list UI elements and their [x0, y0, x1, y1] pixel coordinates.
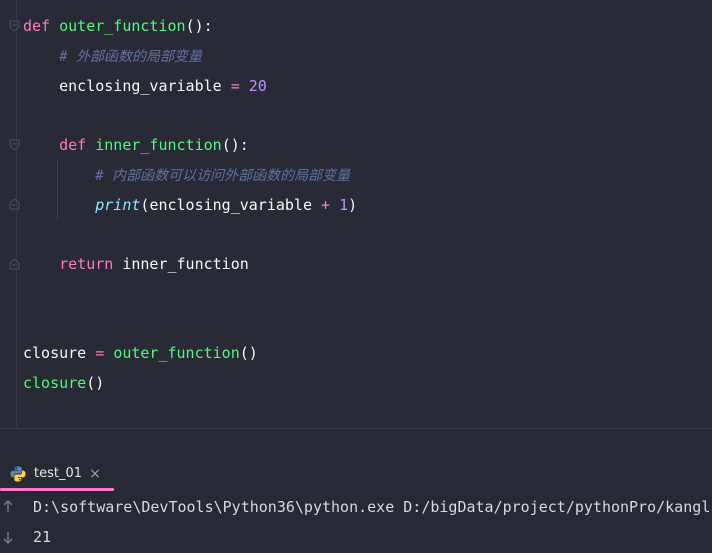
punctuation: (): — [221, 136, 249, 154]
console-output: 21 — [33, 528, 52, 546]
comment: # 外部函数的局部变量 — [59, 49, 202, 65]
operator: = — [95, 344, 105, 362]
punctuation: () — [239, 344, 258, 362]
punctuation: ) — [348, 196, 358, 214]
fold-open-icon[interactable] — [9, 139, 20, 151]
code-line-def-inner: def inner_function(): — [23, 130, 249, 160]
fold-end-icon[interactable] — [9, 258, 20, 270]
punctuation: () — [86, 374, 105, 392]
fold-open-icon[interactable] — [9, 20, 20, 32]
gutter-divider — [16, 0, 17, 428]
punctuation: (): — [185, 17, 213, 35]
keyword: def — [59, 136, 87, 154]
arrow-down-icon[interactable] — [2, 531, 14, 545]
variable: closure — [23, 344, 87, 362]
code-line-closure-call: closure() — [23, 368, 104, 398]
builtin-function: print — [95, 196, 141, 214]
code-line-closure-assign: closure = outer_function() — [23, 338, 258, 368]
code-editor[interactable]: def outer_function(): # 外部函数的局部变量 enclos… — [0, 0, 712, 428]
comment: # 内部函数可以访问外部函数的局部变量 — [95, 168, 351, 184]
keyword: def — [23, 17, 51, 35]
console-command: D:\software\DevTools\Python36\python.exe… — [33, 498, 711, 516]
fold-end-icon[interactable] — [9, 198, 20, 210]
run-panel: test_01 × D:\software\DevTools\Python36\… — [0, 429, 712, 553]
keyword: return — [59, 255, 114, 273]
tab-active-indicator — [0, 488, 114, 491]
function-name: inner_function — [95, 136, 222, 154]
code-line-def-outer: def outer_function(): — [23, 11, 213, 41]
code-line-return: return inner_function — [23, 249, 249, 279]
python-icon — [10, 466, 26, 482]
operator: + — [321, 196, 331, 214]
variable: enclosing_variable — [149, 196, 312, 214]
code-line-comment: # 内部函数可以访问外部函数的局部变量 — [23, 160, 350, 190]
variable: inner_function — [122, 255, 249, 273]
code-line-comment: # 外部函数的局部变量 — [23, 41, 202, 71]
variable: enclosing_variable — [59, 77, 222, 95]
close-icon[interactable]: × — [88, 465, 102, 483]
number-literal: 1 — [339, 196, 349, 214]
code-line-assign: enclosing_variable = 20 — [23, 71, 267, 101]
function-call: outer_function — [113, 344, 240, 362]
function-name: outer_function — [59, 17, 186, 35]
operator: = — [230, 77, 240, 95]
arrow-up-icon[interactable] — [2, 499, 14, 513]
tab-label: test_01 — [34, 466, 83, 481]
number-literal: 20 — [248, 77, 267, 95]
function-call: closure — [23, 374, 87, 392]
code-line-print: print(enclosing_variable + 1) — [23, 190, 357, 220]
